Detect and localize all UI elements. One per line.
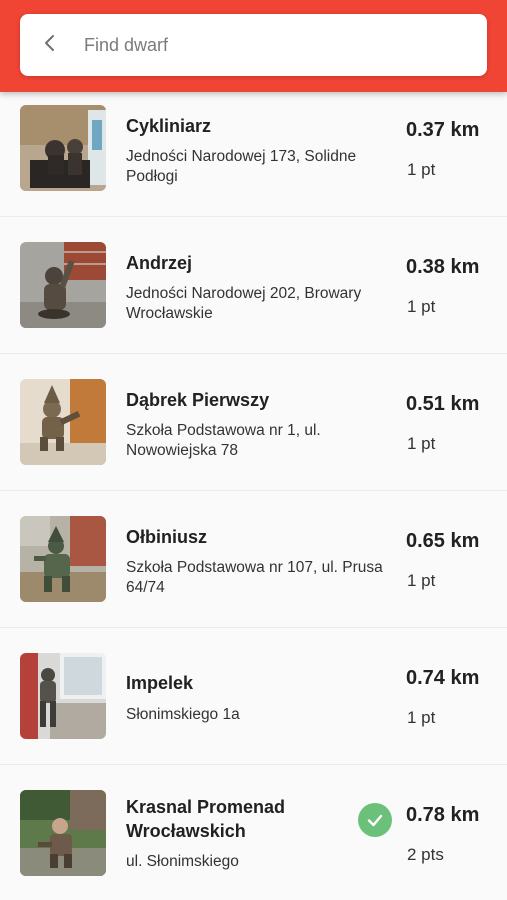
dwarf-points: 1 pt xyxy=(407,160,436,179)
chevron-left-icon xyxy=(42,34,58,57)
visited-check-icon xyxy=(358,803,392,837)
dwarf-name: Ołbiniusz xyxy=(126,527,207,547)
list-item[interactable]: Andrzej Jedności Narodowej 202, Browary … xyxy=(0,217,507,354)
dwarf-address: Jedności Narodowej 202, Browary Wrocławs… xyxy=(126,285,362,322)
dwarf-name: Krasnal Promenad Wrocławskich xyxy=(126,797,286,841)
dwarf-name: Impelek xyxy=(126,673,194,693)
dwarf-photo xyxy=(20,105,106,191)
list-item[interactable]: Impelek Słonimskiego 1a 0.74 km 1 pt xyxy=(0,628,507,765)
dwarf-distance: 0.74 km xyxy=(406,667,480,689)
dwarf-name: Cykliniarz xyxy=(126,116,212,136)
back-button[interactable] xyxy=(24,14,76,76)
dwarf-points: 2 pts xyxy=(407,845,444,864)
dwarf-address: Szkoła Podstawowa nr 107, ul. Prusa 64/7… xyxy=(126,559,383,596)
dwarf-photo xyxy=(20,379,106,465)
dwarf-address: ul. Słonimskiego xyxy=(126,853,239,870)
dwarf-points: 1 pt xyxy=(407,434,436,453)
dwarf-points: 1 pt xyxy=(407,571,436,590)
dwarf-distance: 0.37 km xyxy=(406,119,480,141)
app-screen: Cykliniarz Jedności Narodowej 173, Solid… xyxy=(0,0,507,900)
dwarf-points: 1 pt xyxy=(407,297,436,316)
search-bar[interactable] xyxy=(20,14,487,76)
search-input[interactable] xyxy=(84,34,464,56)
list-item[interactable]: Ołbiniusz Szkoła Podstawowa nr 107, ul. … xyxy=(0,491,507,628)
dwarf-distance: 0.38 km xyxy=(406,256,480,278)
dwarf-address: Szkoła Podstawowa nr 1, ul. Nowowiejska … xyxy=(126,422,321,459)
dwarf-photo xyxy=(20,242,106,328)
dwarf-name: Dąbrek Pierwszy xyxy=(126,390,270,410)
dwarf-address: Jedności Narodowej 173, Solidne Podłogi xyxy=(126,148,357,185)
list-item[interactable]: Cykliniarz Jedności Narodowej 173, Solid… xyxy=(0,80,507,217)
dwarf-name: Andrzej xyxy=(126,253,193,273)
dwarf-photo xyxy=(20,516,106,602)
list-item[interactable]: Dąbrek Pierwszy Szkoła Podstawowa nr 1, … xyxy=(0,354,507,491)
dwarf-photo xyxy=(20,653,106,739)
dwarf-list: Cykliniarz Jedności Narodowej 173, Solid… xyxy=(0,80,507,900)
dwarf-points: 1 pt xyxy=(407,708,436,727)
dwarf-distance: 0.78 km xyxy=(406,804,480,826)
search-header xyxy=(0,0,507,92)
dwarf-distance: 0.65 km xyxy=(406,530,480,552)
list-item[interactable]: Krasnal Promenad Wrocławskich ul. Słonim… xyxy=(0,765,507,900)
dwarf-distance: 0.51 km xyxy=(406,393,480,415)
dwarf-photo xyxy=(20,790,106,876)
dwarf-address: Słonimskiego 1a xyxy=(126,706,240,723)
